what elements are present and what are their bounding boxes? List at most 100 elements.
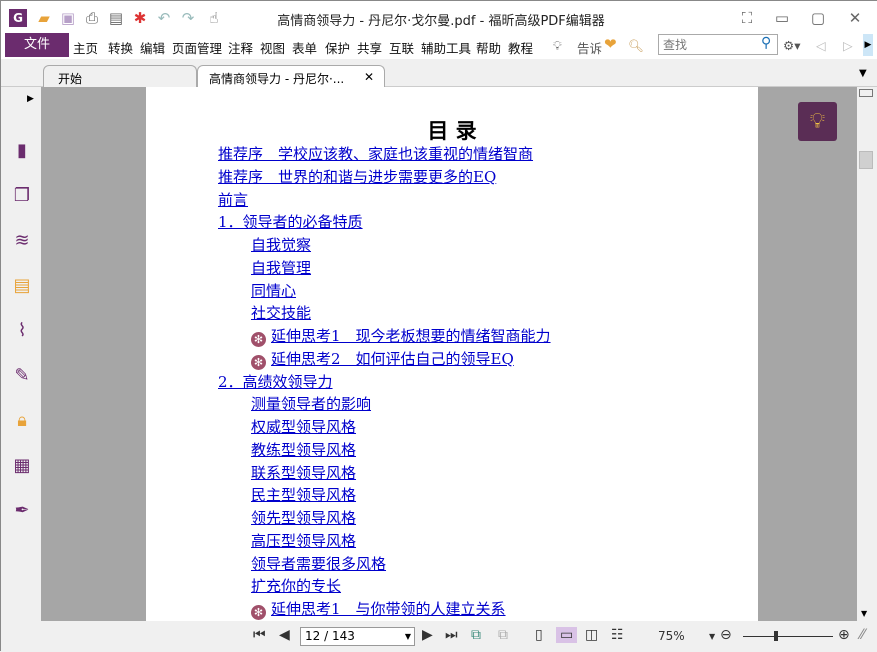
file-menu[interactable]: 文件 — [5, 33, 69, 57]
menu-home[interactable]: 主页 — [73, 38, 98, 57]
toc-link[interactable]: 测量领导者的影响 — [251, 393, 371, 414]
menu-tutorial[interactable]: 教程 — [508, 38, 533, 57]
zoom-in-icon[interactable]: ⊕ — [838, 627, 850, 643]
toc-link[interactable]: 高压型领导风格 — [251, 530, 356, 551]
toc-link[interactable]: 扩充你的专长 — [251, 575, 341, 596]
menu-page-manage[interactable]: 页面管理 — [172, 38, 222, 57]
bookmark-icon[interactable]: ▮ — [11, 140, 33, 162]
menu-comment[interactable]: 注释 — [228, 38, 253, 57]
zoom-slider-handle[interactable] — [774, 631, 778, 641]
tab-close-icon[interactable]: ✕ — [364, 70, 374, 84]
single-page-icon[interactable]: ▯ — [535, 627, 543, 643]
toc-link-text: 延伸思考2 如何评估自己的领导EQ — [271, 349, 514, 368]
toc-link[interactable]: 教练型领导风格 — [251, 439, 356, 460]
toc-link[interactable]: 权威型领导风格 — [251, 416, 356, 437]
close-icon[interactable]: ✕ — [846, 9, 864, 27]
previous-view-icon[interactable]: ⧉ — [471, 627, 481, 643]
bullet-icon: ✻ — [251, 354, 266, 370]
maximize-icon[interactable]: ▢ — [809, 9, 827, 27]
continuous-facing-icon[interactable]: ☷ — [611, 627, 624, 643]
toc-title: 目 录 — [427, 118, 477, 143]
zoom-level[interactable]: 75% — [658, 629, 685, 643]
comments-icon[interactable]: ▤ — [11, 275, 33, 297]
toc-link[interactable]: 2．高绩效领导力 — [218, 371, 333, 392]
print-icon[interactable]: ⎙ — [83, 9, 101, 27]
layers-icon[interactable]: ≋ — [11, 230, 33, 252]
menu-edit[interactable]: 编辑 — [140, 38, 165, 57]
tell-me[interactable]: 告诉 — [577, 38, 602, 57]
minimize-icon[interactable]: ▭ — [773, 9, 791, 27]
tab-start[interactable]: 开始 — [43, 65, 197, 88]
toc-link[interactable]: 领导者需要很多风格 — [251, 553, 386, 574]
menu-convert[interactable]: 转换 — [108, 38, 133, 57]
toc-link[interactable]: 推荐序 学校应该教、家庭也该重视的情绪智商 — [218, 143, 533, 164]
certificate-icon[interactable]: ✒ — [11, 500, 33, 522]
zoom-dropdown-icon[interactable]: ▼ — [709, 632, 715, 641]
zoom-slider[interactable] — [743, 636, 833, 637]
menu-share[interactable]: 共享 — [357, 38, 382, 57]
toc-link[interactable]: 民主型领导风格 — [251, 484, 356, 505]
menu-protect[interactable]: 保护 — [325, 38, 350, 57]
redo-icon[interactable]: ↷ — [179, 9, 197, 27]
search-input[interactable] — [658, 34, 778, 55]
page-number-input[interactable]: 12 / 143 ▼ — [300, 627, 415, 646]
tips-lightbulb-button[interactable]: 💡︎ — [798, 102, 837, 141]
tab-document[interactable]: 高情商领导力 - 丹尼尔·... ✕ — [197, 65, 385, 88]
toc-link-text: 社交技能 — [251, 304, 312, 323]
next-page-icon[interactable]: ▶ — [422, 627, 433, 643]
menu-help[interactable]: 帮助 — [476, 38, 501, 57]
toc-link[interactable]: 领先型领导风格 — [251, 507, 356, 528]
toc-link[interactable]: 前言 — [218, 189, 248, 210]
tab-list-icon[interactable]: ▼ — [859, 68, 867, 79]
scrollbar-thumb[interactable] — [859, 151, 873, 169]
form-fields-icon[interactable]: ▦ — [11, 455, 33, 477]
toc-link[interactable]: 自我管理 — [251, 257, 311, 278]
toc-link[interactable]: ✻ 延伸思考1 与你带领的人建立关系 — [251, 598, 506, 620]
resize-grip-icon[interactable]: ⁄⁄ — [860, 627, 865, 643]
signature-icon[interactable]: ✎ — [11, 365, 33, 387]
toc-link[interactable]: 1．领导者的必备特质 — [218, 211, 363, 232]
save-icon[interactable]: ▣ — [59, 9, 77, 27]
expand-panel-icon[interactable]: ▶ — [27, 94, 34, 104]
menu-form[interactable]: 表单 — [292, 38, 317, 57]
continuous-page-icon[interactable]: ▭ — [556, 627, 578, 643]
menu-connect[interactable]: 互联 — [389, 38, 414, 57]
first-page-icon[interactable]: ⏮ — [253, 627, 266, 643]
gear-icon[interactable]: ⚙▾ — [783, 38, 800, 53]
toc-link[interactable]: 社交技能 — [251, 302, 311, 323]
menu-accessibility[interactable]: 辅助工具 — [421, 38, 471, 57]
next-view-icon[interactable]: ⧉ — [498, 627, 508, 643]
new-icon[interactable]: ✱ — [131, 9, 149, 27]
toc-link[interactable]: 同情心 — [251, 280, 296, 301]
toc-link[interactable]: 推荐序 世界的和谐与进步需要更多的EQ — [218, 166, 496, 187]
prev-page-icon[interactable]: ◀ — [279, 627, 290, 643]
toc-link[interactable]: 联系型领导风格 — [251, 462, 356, 483]
last-page-icon[interactable]: ⏭ — [445, 627, 458, 643]
hand-tool-icon[interactable]: ☝ — [205, 9, 223, 27]
toc-link[interactable]: ✻ 延伸思考2 如何评估自己的领导EQ — [251, 348, 514, 370]
find-folder-icon[interactable]: 🔍︎ — [628, 38, 644, 54]
menu-view[interactable]: 视图 — [260, 38, 285, 57]
zoom-out-icon[interactable]: ⊖ — [720, 627, 732, 643]
scroll-right-icon[interactable]: ▷ — [843, 38, 853, 53]
toc-link[interactable]: 自我觉察 — [251, 234, 311, 255]
pages-icon[interactable]: ❐ — [11, 185, 33, 207]
expand-ribbon-button[interactable]: ▶ — [863, 34, 873, 56]
scroll-up-icon[interactable] — [859, 89, 873, 97]
lightbulb-icon[interactable]: 💡︎ — [553, 38, 562, 54]
attachment-icon[interactable]: ⌇ — [11, 320, 33, 342]
search-icon[interactable]: ⚲ — [761, 35, 771, 51]
chevron-down-icon[interactable]: ▼ — [405, 632, 411, 641]
heart-icon[interactable]: ❤ — [604, 35, 617, 53]
facing-pages-icon[interactable]: ◫ — [585, 627, 598, 643]
open-icon[interactable]: ▰ — [35, 9, 53, 27]
scroll-down-icon[interactable]: ▼ — [861, 609, 867, 618]
fullscreen-icon[interactable]: ⛶ — [738, 9, 756, 27]
undo-icon[interactable]: ↶ — [155, 9, 173, 27]
toc-link[interactable]: ✻ 延伸思考1 现今老板想要的情绪智商能力 — [251, 325, 551, 347]
lock-icon[interactable]: 🔒︎ — [11, 410, 33, 432]
scroll-left-icon[interactable]: ◁ — [816, 38, 826, 53]
toc-link-text: 教练型领导风格 — [251, 440, 357, 459]
toc-link-text: 2．高绩效领导力 — [218, 372, 333, 391]
properties-icon[interactable]: ▤ — [107, 9, 125, 27]
